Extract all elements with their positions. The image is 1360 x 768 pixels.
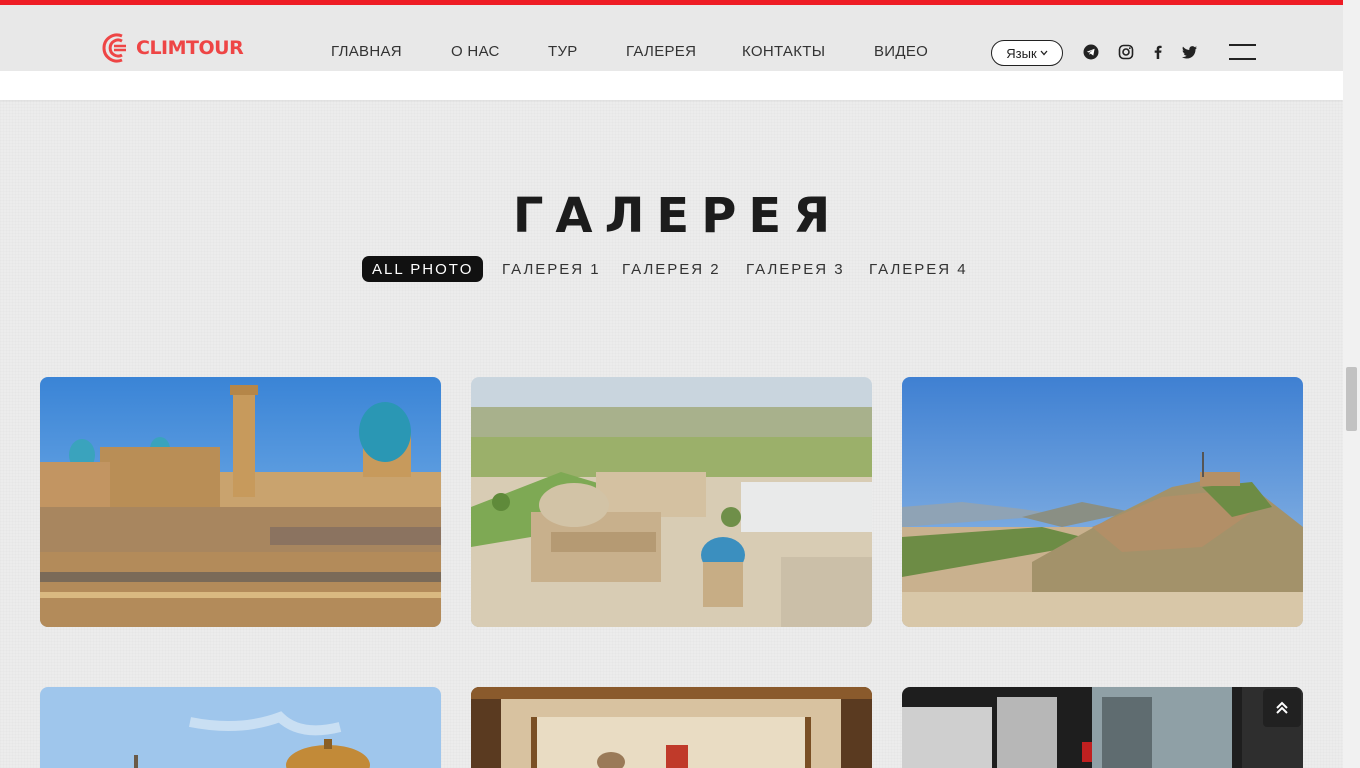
bukhara-panorama-photo — [40, 377, 441, 627]
gallery-photo-bukhara[interactable] — [40, 377, 441, 627]
telegram-icon[interactable] — [1082, 43, 1100, 61]
filter-all-photo[interactable]: ALL PHOTO — [362, 256, 484, 282]
scroll-to-top-button[interactable] — [1263, 689, 1301, 727]
language-select[interactable]: Язык — [991, 40, 1063, 66]
header-strip — [0, 71, 1343, 100]
filter-gallery-1[interactable]: ГАЛЕРЕЯ 1 — [502, 256, 601, 282]
facebook-icon[interactable] — [1149, 43, 1167, 61]
double-chevron-up-icon — [1276, 701, 1288, 714]
gallery-photo-ruins[interactable] — [902, 377, 1303, 627]
filter-gallery-2[interactable]: ГАЛЕРЕЯ 2 — [622, 256, 721, 282]
nav-item-video[interactable]: ВИДЕО — [874, 43, 928, 60]
scrollbar-thumb[interactable] — [1346, 367, 1357, 431]
filter-gallery-3[interactable]: ГАЛЕРЕЯ 3 — [746, 256, 845, 282]
museum-exhibit-photo — [902, 687, 1303, 768]
main-nav: ГЛАВНАЯ О НАС ТУР ГАЛЕРЕЯ КОНТАКТЫ ВИДЕО — [0, 43, 1343, 63]
nav-item-gallery[interactable]: ГАЛЕРЕЯ — [626, 43, 696, 60]
gallery-photo-dome[interactable] — [40, 687, 441, 768]
nav-item-contacts[interactable]: КОНТАКТЫ — [742, 43, 825, 60]
museum-display-case-photo — [471, 687, 872, 768]
dome-sky-photo — [40, 687, 441, 768]
mausoleum-complex-aerial-photo — [471, 377, 872, 627]
fortress-ruins-hill-photo — [902, 377, 1303, 627]
nav-item-tour[interactable]: ТУР — [548, 43, 578, 60]
instagram-icon[interactable] — [1117, 43, 1135, 61]
chevron-down-icon — [1040, 50, 1048, 56]
nav-item-about[interactable]: О НАС — [451, 43, 500, 60]
gallery-photo-complex[interactable] — [471, 377, 872, 627]
gallery-photo-display[interactable] — [471, 687, 872, 768]
gallery-title: ГАЛЕРЕЯ — [512, 188, 843, 244]
page: CLIMTOUR ГЛАВНАЯ О НАС ТУР ГАЛЕРЕЯ КОНТА… — [0, 0, 1343, 768]
language-label: Язык — [1006, 45, 1037, 61]
gallery-photo-exhibit[interactable] — [902, 687, 1303, 768]
nav-item-home[interactable]: ГЛАВНАЯ — [331, 43, 402, 60]
filter-gallery-4[interactable]: ГАЛЕРЕЯ 4 — [869, 256, 968, 282]
menu-icon[interactable] — [1229, 44, 1256, 60]
gallery-filters: ALL PHOTO ГАЛЕРЕЯ 1 ГАЛЕРЕЯ 2 ГАЛЕРЕЯ 3 … — [0, 256, 1343, 282]
twitter-icon[interactable] — [1181, 43, 1199, 61]
